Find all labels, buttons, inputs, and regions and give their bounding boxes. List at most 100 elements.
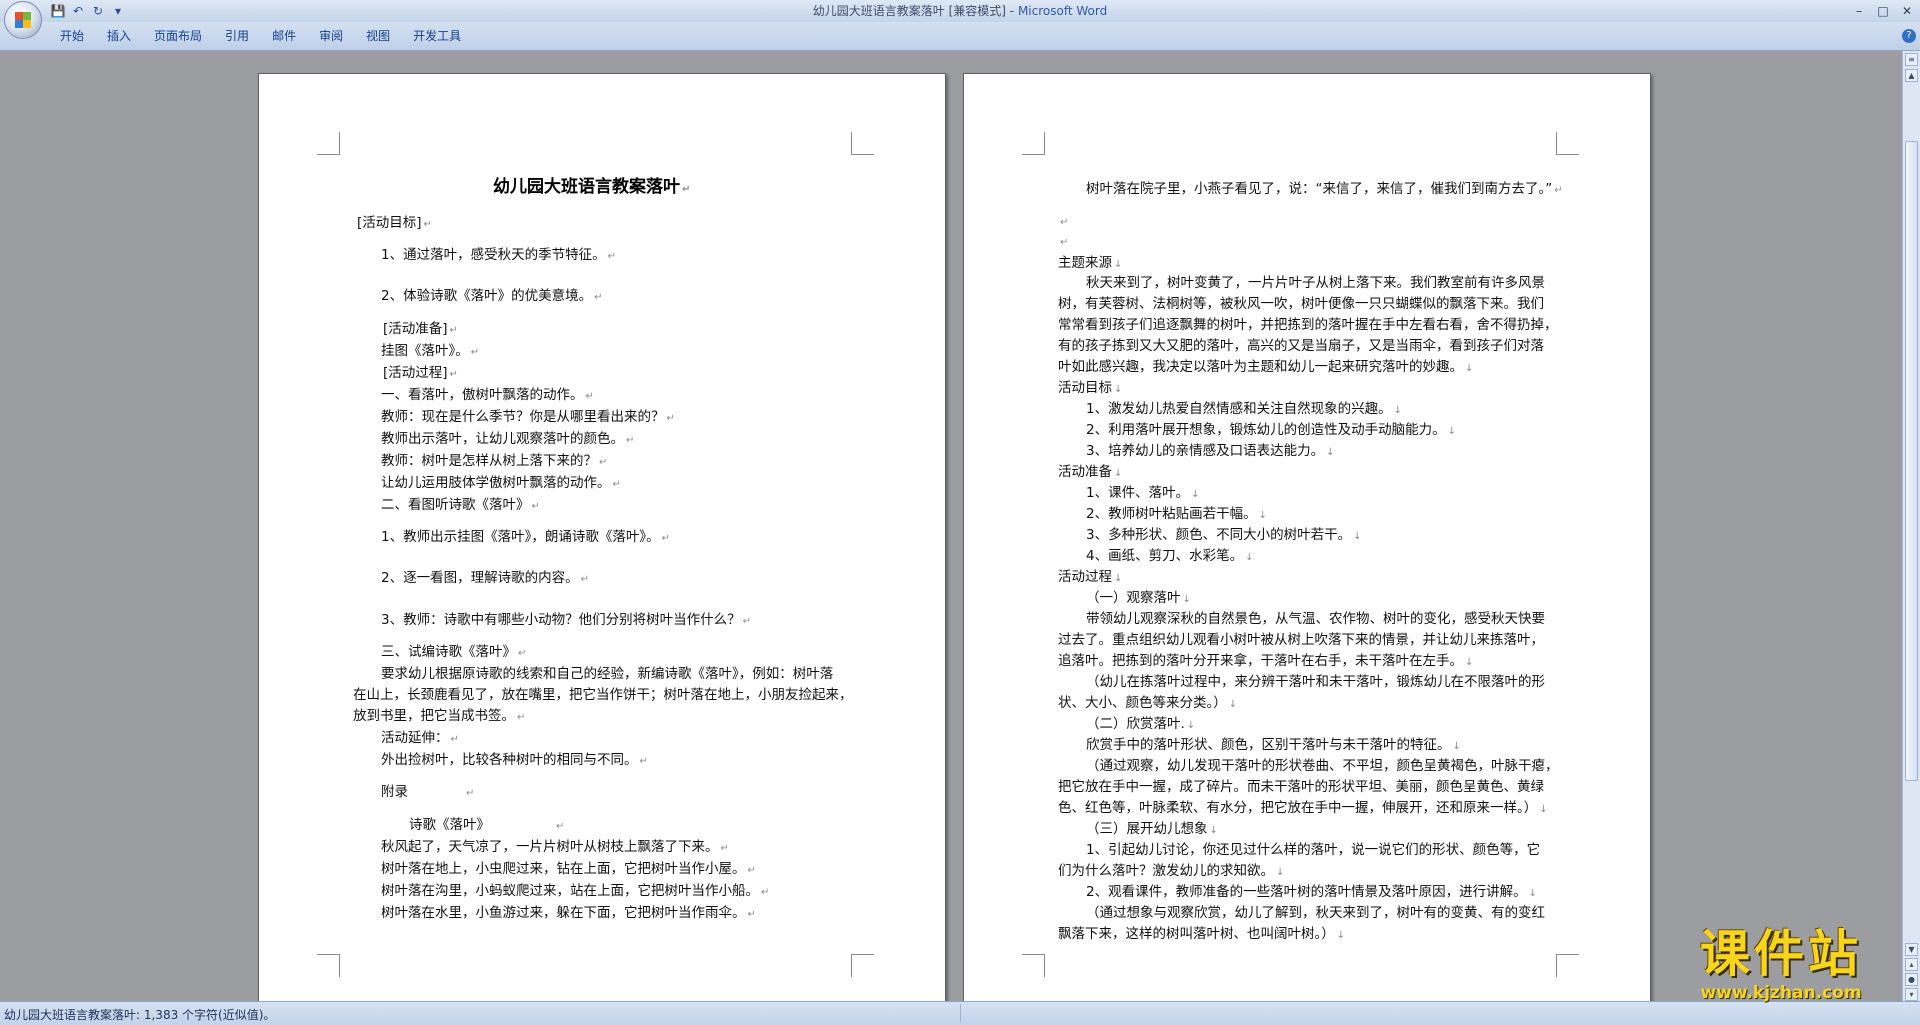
text-line: 追落叶。把拣到的落叶分开来拿，干落叶在右手，未干落叶在左手。 ↓ bbox=[1058, 653, 1474, 669]
tab-developer[interactable]: 开发工具 bbox=[403, 28, 474, 44]
window-controls: – □ ✕ bbox=[1852, 0, 1914, 22]
title-bar: 幼儿园大班语言教案落叶 [兼容模式] - Microsoft Word 💾 ↶ … bbox=[0, 0, 1920, 22]
text-line: 2、利用落叶展开想象，锻炼幼儿的创造性及动手动脑能力。 ↓ bbox=[1086, 422, 1456, 438]
text-line: （三）展开幼儿想象 ↓ bbox=[1086, 821, 1218, 837]
help-icon[interactable]: ? bbox=[1902, 29, 1916, 43]
tab-insert[interactable]: 插入 bbox=[97, 28, 144, 44]
margin-corner-mark bbox=[1022, 132, 1045, 155]
text-line: 树叶落在水里，小鱼游过来，躲在下面，它把树叶当作雨伞。 ↵ bbox=[381, 905, 756, 921]
text-line: 们为什么落叶？激发幼儿的求知欲。 ↓ bbox=[1058, 863, 1285, 879]
vertical-scrollbar[interactable]: ≡ ▲ ▼ ▴ ● ▾ bbox=[1902, 51, 1920, 1001]
text-line: 树叶落在院子里，小燕子看见了，说：“来信了，来信了，催我们到南方去了。” ↵ bbox=[1086, 181, 1563, 197]
text-line: 有的孩子拣到又大又肥的落叶，高兴的又是当扇子，又是当雨伞，看到孩子们对落 bbox=[1058, 338, 1544, 354]
document-name: 幼儿园大班语言教案落叶 [兼容模式] bbox=[812, 4, 1006, 18]
text-line: 树叶落在沟里，小蚂蚁爬过来，站在上面，它把树叶当作小船。 ↵ bbox=[381, 883, 770, 899]
close-button[interactable]: ✕ bbox=[1900, 4, 1914, 18]
text-line: 2、教师树叶粘贴画若干幅。 ↓ bbox=[1086, 506, 1267, 522]
text-line: 1、激发幼儿热爱自然情感和关注自然现象的兴趣。 ↓ bbox=[1086, 401, 1402, 417]
document-area: 幼儿园大班语言教案落叶 ↵ [活动目标] ↵ 1、通过落叶，感受秋天的季节特征。 ↵ … bbox=[0, 51, 1902, 1001]
scrollbar-thumb[interactable] bbox=[1905, 141, 1918, 781]
browse-object-icon[interactable]: ● bbox=[1905, 973, 1918, 986]
text-line: 过去了。重点组织幼儿观看小树叶被从树上吹落下来的情景，并让幼儿来拣落叶， bbox=[1058, 632, 1544, 648]
text-line: 诗歌《落叶》 ↵ bbox=[409, 817, 565, 833]
text-line: 4、画纸、剪刀、水彩笔。 ↓ bbox=[1086, 548, 1254, 564]
minimize-button[interactable]: – bbox=[1852, 4, 1866, 18]
save-icon[interactable]: 💾 bbox=[50, 3, 66, 19]
customize-icon[interactable]: ▾ bbox=[110, 3, 126, 19]
ribbon: 开始 插入 页面布局 引用 邮件 审阅 视图 开发工具 ? bbox=[0, 22, 1920, 51]
ribbon-tabs: 开始 插入 页面布局 引用 邮件 审阅 视图 开发工具 bbox=[50, 28, 474, 44]
paragraph-mark: ↵ bbox=[1060, 237, 1069, 248]
text-line: 欣赏手中的落叶形状、颜色，区别干落叶与未干落叶的特征。 ↓ bbox=[1086, 737, 1461, 753]
text-line: 把它放在手中一握，成了碎片。而未干落叶的形状平坦、美丽，颜色呈黄色、黄绿 bbox=[1058, 779, 1544, 795]
text-line: 常常看到孩子们追逐飘舞的树叶，并把拣到的落叶握在手中左看右看，舍不得扔掉， bbox=[1058, 317, 1558, 333]
ruler-toggle-icon[interactable]: ≡ bbox=[1905, 53, 1918, 66]
tab-home[interactable]: 开始 bbox=[50, 28, 97, 44]
undo-icon[interactable]: ↶ bbox=[70, 3, 86, 19]
text-line: 2、观看课件，教师准备的一些落叶树的落叶情景及落叶原因，进行讲解。 ↓ bbox=[1086, 884, 1537, 900]
tab-mailings[interactable]: 邮件 bbox=[262, 28, 309, 44]
paragraph-mark: ↵ bbox=[1060, 217, 1069, 228]
text-line: 色、红色等，叶脉柔软、有水分，把它放在手中一握，伸展开，还和原来一样。） ↓ bbox=[1058, 800, 1548, 816]
text-line: 活动准备 ↓ bbox=[1058, 464, 1123, 480]
margin-corner-mark bbox=[317, 132, 340, 155]
text-line: 3、培养幼儿的亲情感及口语表达能力。 ↓ bbox=[1086, 443, 1335, 459]
text-line: [活动目标] ↵ bbox=[357, 215, 432, 231]
text-line: 带领幼儿观察深秋的自然景色，从气温、农作物、树叶的变化，感受秋天快要 bbox=[1086, 611, 1545, 627]
text-line: 活动过程 ↓ bbox=[1058, 569, 1123, 585]
tab-review[interactable]: 审阅 bbox=[309, 28, 356, 44]
text-line: 让幼儿运用肢体学傲树叶飘落的动作。 ↵ bbox=[381, 475, 621, 491]
text-line: 在山上，长颈鹿看见了，放在嘴里，把它当作饼干；树叶落在地上，小朋友捡起来， bbox=[353, 687, 853, 703]
text-line: 附录 ↵ bbox=[381, 784, 475, 800]
office-button[interactable] bbox=[4, 1, 42, 39]
text-line: 外出捡树叶，比较各种树叶的相同与不同。 ↵ bbox=[381, 752, 648, 768]
text-line: 要求幼儿根据原诗歌的线索和自己的经验，新编诗歌《落叶》，例如：树叶落 bbox=[381, 666, 834, 682]
document-page-2[interactable]: 树叶落在院子里，小燕子看见了，说：“来信了，来信了，催我们到南方去了。” ↵ ↵ … bbox=[963, 73, 1651, 1001]
document-page-1[interactable]: 幼儿园大班语言教案落叶 ↵ [活动目标] ↵ 1、通过落叶，感受秋天的季节特征。 ↵ … bbox=[258, 73, 946, 1001]
watermark-url: www.kjzhan.com bbox=[1700, 983, 1862, 1003]
quick-access-toolbar: 💾 ↶ ↻ ▾ bbox=[50, 2, 126, 20]
text-line: 1、引起幼儿讨论，你还见过什么样的落叶，说一说它们的形状、颜色等，它 bbox=[1086, 842, 1541, 858]
window-title: 幼儿园大班语言教案落叶 [兼容模式] - Microsoft Word bbox=[812, 4, 1108, 18]
word-count-status[interactable]: 幼儿园大班语言教案落叶: 1,383 个字符(近似值)。 bbox=[4, 1006, 275, 1023]
text-line: 1、通过落叶，感受秋天的季节特征。 ↵ bbox=[381, 247, 616, 263]
text-line: 状、大小、颜色等来分类。） ↓ bbox=[1058, 695, 1238, 711]
text-line: 2、逐一看图，理解诗歌的内容。 ↵ bbox=[381, 570, 589, 586]
status-bar: 幼儿园大班语言教案落叶: 1,383 个字符(近似值)。 bbox=[0, 1001, 1920, 1025]
text-line: 三、试编诗歌《落叶》 ↵ bbox=[381, 644, 527, 660]
scroll-up-icon[interactable]: ▲ bbox=[1905, 69, 1918, 82]
text-line: 3、教师：诗歌中有哪些小动物？他们分别将树叶当作什么？ ↵ bbox=[381, 612, 751, 628]
text-line: 挂图《落叶》。 ↵ bbox=[381, 343, 480, 359]
text-line: （幼儿在拣落叶过程中，来分辨干落叶和未干落叶，锻炼幼儿在不限落叶的形 bbox=[1086, 674, 1545, 690]
office-logo-icon bbox=[15, 12, 31, 28]
text-line: 3、多种形状、颜色、不同大小的树叶若干。 ↓ bbox=[1086, 527, 1362, 543]
maximize-button[interactable]: □ bbox=[1876, 4, 1890, 18]
text-line: 树，有芙蓉树、法桐树等，被秋风一吹，树叶便像一只只蝴蝶似的飘落下来。我们 bbox=[1058, 296, 1544, 312]
text-line: 秋风起了，天气凉了，一片片树叶从树枝上飘落了下来。 ↵ bbox=[381, 839, 729, 855]
text-line: 1、课件、落叶。 ↓ bbox=[1086, 485, 1200, 501]
tab-references[interactable]: 引用 bbox=[215, 28, 262, 44]
text-line: 放到书里，把它当成书签。 ↵ bbox=[353, 708, 526, 724]
text-line: 一、看落叶，傲树叶飘落的动作。 ↵ bbox=[381, 387, 594, 403]
margin-corner-mark bbox=[1556, 132, 1579, 155]
margin-corner-mark bbox=[851, 954, 874, 977]
text-line: 教师出示落叶，让幼儿观察落叶的颜色。 ↵ bbox=[381, 431, 635, 447]
document-title: 幼儿园大班语言教案落叶 ↵ bbox=[493, 177, 691, 197]
text-line: [活动准备] ↵ bbox=[383, 321, 458, 337]
tab-view[interactable]: 视图 bbox=[356, 28, 403, 44]
site-watermark: 课件站 www.kjzhan.com bbox=[1656, 925, 1906, 1005]
margin-corner-mark bbox=[851, 132, 874, 155]
text-line: （通过想象与观察欣赏，幼儿了解到，秋天来到了，树叶有的变黄、有的变红 bbox=[1086, 905, 1545, 921]
text-line: （一）观察落叶 ↓ bbox=[1086, 590, 1191, 606]
scroll-down-icon[interactable]: ▼ bbox=[1905, 943, 1918, 956]
previous-page-icon[interactable]: ▴ bbox=[1905, 958, 1918, 971]
watermark-title: 课件站 bbox=[1700, 925, 1862, 983]
text-line: 秋天来到了，树叶变黄了，一片片叶子从树上落下来。我们教室前有许多风景 bbox=[1086, 275, 1545, 291]
margin-corner-mark bbox=[1556, 954, 1579, 977]
tab-page-layout[interactable]: 页面布局 bbox=[144, 28, 215, 44]
text-line: 教师：树叶是怎样从树上落下来的？ ↵ bbox=[381, 453, 608, 469]
text-line: 二、看图听诗歌《落叶》 ↵ bbox=[381, 497, 540, 513]
next-page-icon[interactable]: ▾ bbox=[1905, 988, 1918, 1001]
redo-icon[interactable]: ↻ bbox=[90, 3, 106, 19]
text-line: 2、体验诗歌《落叶》的优美意境。 ↵ bbox=[381, 288, 603, 304]
